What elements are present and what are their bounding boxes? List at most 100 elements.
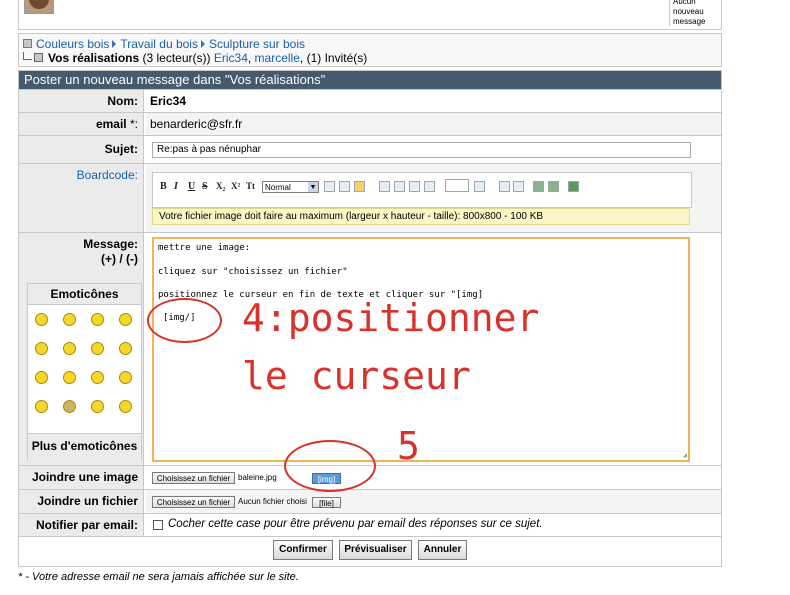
- name-label: Nom:: [19, 90, 144, 112]
- subject-cell: Re:pas à pas nénuphar: [146, 136, 721, 163]
- smiley-surprised-icon[interactable]: [63, 342, 76, 355]
- smiley-confused-icon[interactable]: [63, 313, 76, 326]
- message-label-cell: Message: (+) / (-) Emoticônes Plus d'emo…: [19, 233, 144, 465]
- guests-count: (1) Invité(s): [306, 51, 368, 65]
- annotation-step5: 5: [397, 424, 420, 468]
- link-icon[interactable]: [533, 181, 544, 192]
- name-value: Eric34: [146, 90, 721, 112]
- smiley-crazy-icon[interactable]: [63, 400, 76, 413]
- emoticons-panel: Emoticônes Plus d'emoticônes: [27, 283, 142, 460]
- smiley-grin-icon[interactable]: [119, 313, 132, 326]
- breadcrumb-link-couleurs-bois[interactable]: Couleurs bois: [36, 37, 109, 51]
- avatar[interactable]: [24, 0, 54, 14]
- notify-cell: Cocher cette case pour être prévenu par …: [146, 514, 721, 536]
- smiley-cool-icon[interactable]: [35, 313, 48, 326]
- image-insert-icon[interactable]: [445, 179, 469, 192]
- smiley-sad-icon[interactable]: [119, 342, 132, 355]
- message-expand-toggle[interactable]: (+) / (-): [19, 252, 138, 267]
- choose-file-button[interactable]: Choisissez un fichier: [152, 496, 235, 508]
- readers-count: (3 lecteur(s)): [142, 51, 211, 65]
- avatar-image: [29, 0, 49, 9]
- superscript-button[interactable]: X²: [231, 181, 240, 191]
- file-name: Aucun fichier choisi: [238, 497, 307, 506]
- align-justify-icon[interactable]: [424, 181, 435, 192]
- resize-grip-icon[interactable]: ◢: [683, 451, 687, 459]
- message-line: cliquez sur "choisissez un fichier": [158, 267, 348, 277]
- user-link-marcelle[interactable]: marcelle: [255, 51, 300, 65]
- smiley-shocked-icon[interactable]: [35, 400, 48, 413]
- smiley-wink-icon[interactable]: [63, 371, 76, 384]
- more-emoticons-link[interactable]: Plus d'emoticônes: [28, 433, 141, 460]
- breadcrumb: Couleurs bois Travail du bois Sculpture su…: [18, 33, 722, 67]
- arrow-right-icon: [200, 40, 205, 48]
- attach-file-cell: Choisissez un fichier Aucun fichier choi…: [146, 490, 721, 513]
- subscript-button[interactable]: X₂: [216, 181, 225, 191]
- notify-text: Cocher cette case pour être prévenu par …: [168, 518, 543, 530]
- teletype-button[interactable]: Tt: [246, 181, 255, 191]
- top-user-box: Aucun nouveau message: [18, 0, 722, 30]
- smiley-tongue-icon[interactable]: [91, 342, 104, 355]
- subject-row: Sujet: Re:pas à pas nénuphar: [19, 135, 721, 163]
- smiley-mad-icon[interactable]: [119, 400, 132, 413]
- boardcode-cell: B I U S X₂ X² Tt Normal ▼ Votre fichier …: [146, 164, 721, 232]
- smiley-big-grin-icon[interactable]: [35, 371, 48, 384]
- tree-elbow-icon: [23, 52, 32, 60]
- cancel-button[interactable]: Annuler: [418, 540, 467, 560]
- attach-file-row: Joindre un fichier Choisissez un fichier…: [19, 489, 721, 513]
- code-icon[interactable]: [513, 181, 524, 192]
- boardcode-row: Boardcode: B I U S X₂ X² Tt Normal ▼ Vot…: [19, 163, 721, 232]
- smiley-happy-icon[interactable]: [91, 313, 104, 326]
- insert-file-button[interactable]: [file]: [312, 497, 341, 508]
- preview-button[interactable]: Prévisualiser: [339, 540, 412, 560]
- email-privacy-footnote: * - Votre adresse email ne sera jamais a…: [18, 571, 299, 583]
- boardcode-link[interactable]: Boardcode:: [77, 168, 138, 182]
- color-icon[interactable]: [324, 181, 335, 192]
- attach-image-label: Joindre une image: [19, 466, 144, 489]
- annotation-circle-cursor: [147, 298, 222, 343]
- email-link-icon[interactable]: [548, 181, 559, 192]
- email-required-mark: *:: [129, 117, 138, 131]
- breadcrumb-link-sculpture-sur-bois[interactable]: Sculpture sur bois: [209, 37, 305, 51]
- bullet-list-icon[interactable]: [379, 181, 390, 192]
- bbcode-toolbar: B I U S X₂ X² Tt Normal ▼: [152, 172, 692, 208]
- boardcode-label-cell: Boardcode:: [19, 164, 144, 232]
- underline-button[interactable]: U: [188, 181, 195, 192]
- numbered-list-icon[interactable]: [394, 181, 405, 192]
- breadcrumb-link-travail-du-bois[interactable]: Travail du bois: [120, 37, 198, 51]
- user-link-eric34[interactable]: Eric34: [214, 51, 248, 65]
- chevron-down-icon: ▼: [308, 182, 318, 192]
- smiley-rolling-eyes-icon[interactable]: [91, 371, 104, 384]
- notify-checkbox[interactable]: [153, 520, 163, 530]
- spoiler-icon[interactable]: [354, 181, 365, 192]
- align-right-icon[interactable]: [474, 181, 485, 192]
- email-label-cell: email *:: [19, 113, 144, 135]
- folder-icon: [23, 39, 32, 48]
- forum-icon: [34, 53, 43, 62]
- font-size-select[interactable]: Normal ▼: [262, 181, 319, 193]
- image-size-notice: Votre fichier image doit faire au maximu…: [152, 208, 690, 225]
- message-label: Message:: [83, 237, 138, 251]
- bold-button[interactable]: B: [160, 181, 167, 192]
- attach-file-label: Joindre un fichier: [19, 490, 144, 513]
- smiley-smile-icon[interactable]: [119, 371, 132, 384]
- italic-button[interactable]: I: [174, 181, 178, 192]
- quote-icon[interactable]: [499, 181, 510, 192]
- message-textarea[interactable]: mettre une image: cliquez sur "choisisse…: [152, 237, 690, 462]
- align-left-icon[interactable]: [409, 181, 420, 192]
- strike-button[interactable]: S: [202, 181, 208, 192]
- subject-input[interactable]: Re:pas à pas nénuphar: [152, 142, 691, 158]
- attach-image-cell: Choisissez un fichier baleine.jpg [img]: [146, 466, 721, 489]
- subject-label: Sujet:: [19, 136, 144, 163]
- message-line: mettre une image:: [158, 243, 251, 253]
- confirm-button[interactable]: Confirmer: [273, 540, 333, 560]
- highlight-icon[interactable]: [339, 181, 350, 192]
- choose-image-file-button[interactable]: Choisissez un fichier: [152, 472, 235, 484]
- smiley-blush-icon[interactable]: [91, 400, 104, 413]
- smiley-laugh-icon[interactable]: [35, 342, 48, 355]
- private-message-status[interactable]: Aucun nouveau message: [669, 0, 721, 26]
- emoticons-title: Emoticônes: [28, 284, 141, 305]
- annotation-circle-img-button: [284, 440, 376, 492]
- message-row: Message: (+) / (-) Emoticônes Plus d'emo…: [19, 232, 721, 465]
- font-size-value: Normal: [265, 183, 291, 192]
- table-icon[interactable]: [568, 181, 579, 192]
